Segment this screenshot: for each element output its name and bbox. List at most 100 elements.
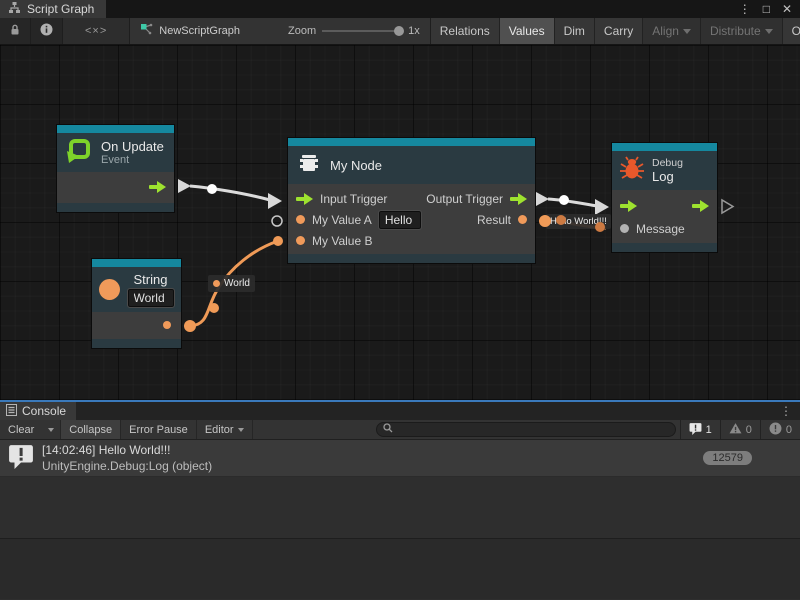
search-icon (383, 423, 393, 436)
window-menu-button[interactable]: ⋮ (739, 2, 751, 16)
zoom-label: Zoom (288, 25, 316, 37)
output-trigger-label: Output Trigger (426, 192, 503, 206)
node-footer (288, 254, 535, 263)
node-title: Log (652, 169, 683, 184)
wire-value-hello-world: Hello World!!! (550, 216, 607, 227)
relations-button[interactable]: Relations (431, 18, 500, 44)
code-view-button[interactable]: <×> (63, 18, 130, 44)
message-label: Message (636, 222, 685, 236)
graph-hierarchy-icon (8, 1, 21, 17)
my-value-a-port[interactable] (296, 215, 305, 224)
chevron-down-icon (48, 428, 54, 432)
log-entry-line1: [14:02:46] Hello World!!! (42, 442, 212, 458)
log-bubble-icon (8, 443, 34, 474)
clear-button[interactable]: Clear (0, 420, 42, 439)
collapse-button-label: Collapse (69, 424, 112, 436)
node-category: Debug (652, 157, 683, 169)
error-count-toggle[interactable]: 0 (760, 420, 800, 439)
chevron-down-icon (683, 29, 691, 34)
chevron-down-icon (238, 428, 244, 432)
node-debug-log[interactable]: Debug Log Message (612, 143, 717, 252)
window-close-button[interactable]: ✕ (782, 2, 792, 16)
log-entry-line2: UnityEngine.Debug:Log (object) (42, 458, 212, 474)
wire-value-chip-world: World (208, 275, 255, 292)
input-trigger-label: Input Trigger (320, 192, 387, 206)
unit-box-icon (297, 151, 321, 180)
code-icon: <×> (85, 25, 107, 37)
distribute-dropdown[interactable]: Distribute (701, 18, 783, 44)
message-port[interactable] (620, 224, 629, 233)
relations-button-label: Relations (440, 24, 490, 38)
debug-output-trigger-port[interactable] (692, 200, 709, 212)
graph-info-panel: NewScriptGraph Zoom 1x (130, 18, 430, 44)
script-graph-asset-icon (140, 23, 153, 39)
trigger-output-port[interactable] (149, 181, 166, 193)
value-dot-icon (213, 280, 220, 287)
error-circle-icon (769, 422, 782, 438)
console-log-list: [14:02:46] Hello World!!! UnityEngine.De… (0, 440, 800, 538)
console-menu-button[interactable]: ⋮ (780, 404, 792, 418)
on-update-event-icon (66, 137, 92, 168)
info-button[interactable] (31, 18, 63, 44)
tab-script-graph[interactable]: Script Graph (0, 0, 106, 18)
string-value-field[interactable] (128, 289, 174, 307)
values-button[interactable]: Values (500, 18, 555, 44)
input-trigger-port[interactable] (296, 193, 313, 205)
unity-script-graph-window: Script Graph ⋮ □ ✕ <×> NewScriptGraph (0, 0, 800, 600)
console-list-icon (6, 404, 17, 419)
warning-triangle-icon (729, 422, 742, 438)
align-dropdown[interactable]: Align (643, 18, 701, 44)
dim-button[interactable]: Dim (555, 18, 595, 44)
zoom-slider-handle[interactable] (394, 26, 404, 36)
console-search-input[interactable] (397, 424, 669, 436)
lock-button[interactable] (0, 18, 31, 44)
output-trigger-port[interactable] (510, 193, 527, 205)
info-icon (40, 23, 53, 39)
node-accent-bar (57, 125, 174, 133)
window-maximize-button[interactable]: □ (763, 2, 770, 16)
node-title: My Node (330, 158, 382, 173)
overview-button[interactable]: Overview (783, 18, 800, 44)
node-my-node[interactable]: My Node Input Trigger Output Trigger My … (288, 138, 535, 263)
editor-dropdown[interactable]: Editor (197, 420, 253, 439)
result-port[interactable] (518, 215, 527, 224)
node-footer (612, 243, 717, 252)
carry-button[interactable]: Carry (595, 18, 643, 44)
clear-dropdown-button[interactable] (42, 420, 61, 439)
error-pause-button[interactable]: Error Pause (121, 420, 197, 439)
node-string[interactable]: String (92, 259, 181, 348)
chevron-down-icon (765, 29, 773, 34)
graph-name-label: NewScriptGraph (159, 25, 240, 37)
my-value-a-field[interactable] (379, 211, 421, 229)
warning-count-toggle[interactable]: 0 (720, 420, 760, 439)
graph-toolbar: <×> NewScriptGraph Zoom 1x Relations Val… (0, 18, 800, 45)
lock-icon (9, 23, 21, 39)
zoom-slider[interactable] (322, 30, 402, 32)
collapse-button[interactable]: Collapse (61, 420, 121, 439)
console-tab-bar: Console ⋮ (0, 402, 800, 420)
console-detail-pane (0, 539, 800, 599)
log-count: 1 (706, 424, 712, 436)
console-toolbar: Clear Collapse Error Pause Editor 1 (0, 420, 800, 440)
debug-input-trigger-port[interactable] (620, 200, 637, 212)
string-output-port[interactable] (163, 321, 171, 329)
bug-icon (619, 155, 645, 186)
warning-count: 0 (746, 424, 752, 436)
log-bubble-icon (689, 422, 702, 438)
console-panel: Console ⋮ Clear Collapse Error Pause Edi… (0, 400, 800, 600)
log-count-toggle[interactable]: 1 (680, 420, 720, 439)
graph-canvas[interactable]: On Update Event String (0, 45, 800, 400)
node-footer (57, 203, 174, 212)
node-on-update[interactable]: On Update Event (57, 125, 174, 212)
node-subtitle: Event (101, 154, 164, 166)
string-literal-icon (99, 279, 120, 300)
clear-button-label: Clear (8, 424, 34, 436)
console-search-box[interactable] (376, 422, 676, 437)
log-collapse-count-badge: 12579 (703, 451, 752, 465)
log-entry-row[interactable]: [14:02:46] Hello World!!! UnityEngine.De… (0, 440, 800, 477)
result-label: Result (477, 213, 511, 227)
tab-console[interactable]: Console (0, 402, 76, 420)
node-accent-bar (92, 259, 181, 267)
wire-value-chip-hello-world: Hello World!!! (546, 214, 611, 229)
my-value-b-port[interactable] (296, 236, 305, 245)
